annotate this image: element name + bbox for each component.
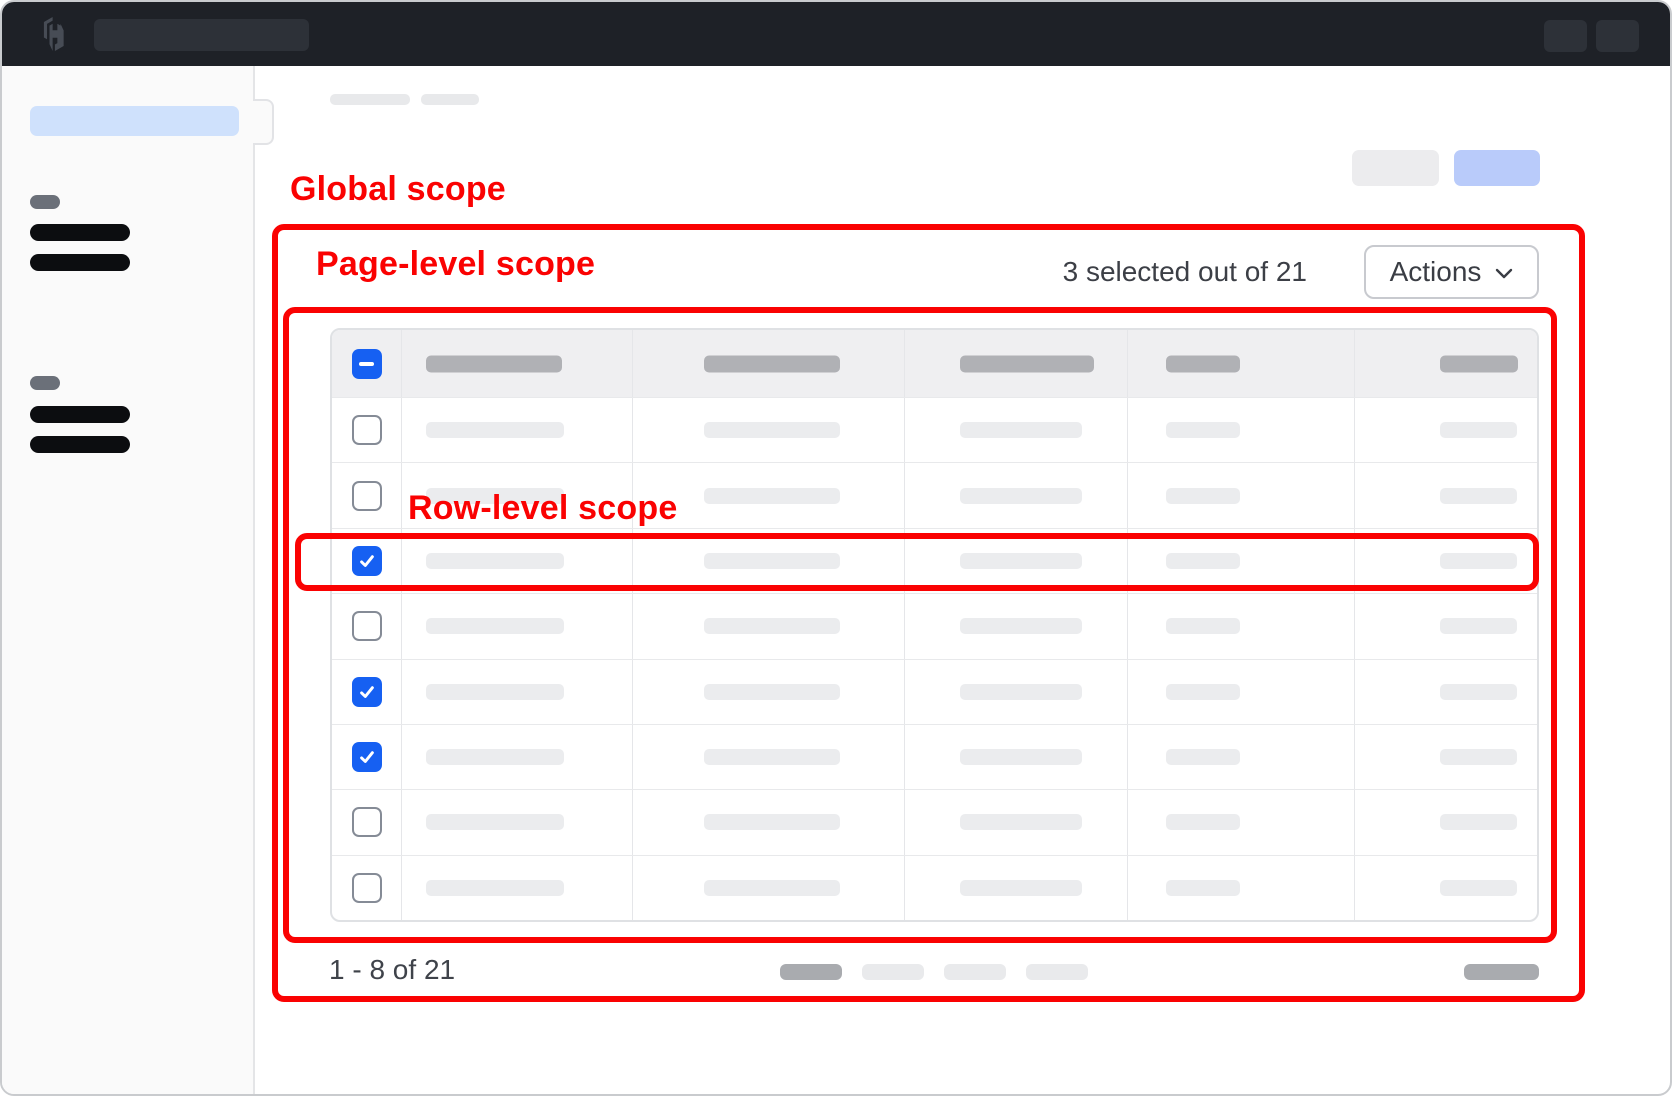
column-header-skeleton (960, 355, 1094, 372)
table-body (332, 397, 1537, 920)
column-header-skeleton (704, 355, 840, 372)
select-all-checkbox[interactable] (352, 349, 382, 379)
sidebar-item-skeleton[interactable] (30, 224, 130, 241)
column-header-skeleton (1440, 355, 1518, 372)
pagination-pill[interactable] (944, 964, 1006, 980)
row-checkbox[interactable] (352, 546, 382, 576)
secondary-button-skeleton[interactable] (1352, 150, 1439, 186)
table-row (332, 397, 1537, 462)
row-checkbox[interactable] (352, 611, 382, 641)
row-checkbox[interactable] (352, 807, 382, 837)
sidebar-item-active[interactable] (30, 106, 239, 136)
table-row (332, 855, 1537, 920)
check-icon (358, 552, 376, 570)
cell-skeleton (1440, 422, 1517, 438)
cell-skeleton (1440, 618, 1517, 634)
cell-skeleton (1166, 749, 1240, 765)
sidebar-item-skeleton[interactable] (30, 406, 130, 423)
page-scope-label: Page-level scope (316, 245, 595, 284)
search-input-skeleton[interactable] (94, 19, 309, 51)
sidebar-collapse-handle[interactable] (253, 99, 274, 145)
cell-skeleton (1440, 684, 1517, 700)
sidebar-section-label-skeleton (30, 376, 60, 390)
cell-skeleton (426, 618, 564, 634)
cell-skeleton (426, 749, 564, 765)
cell-skeleton (960, 684, 1082, 700)
cell-skeleton (1440, 553, 1517, 569)
cell-skeleton (1166, 618, 1240, 634)
cell-skeleton (960, 618, 1082, 634)
sidebar-item-skeleton[interactable] (30, 254, 130, 271)
actions-button-label: Actions (1390, 256, 1482, 288)
cell-skeleton (960, 553, 1082, 569)
table-row (332, 659, 1537, 724)
cell-skeleton (960, 749, 1082, 765)
cell-skeleton (704, 618, 840, 634)
column-header-skeleton (426, 355, 562, 372)
row-scope-label: Row-level scope (408, 489, 677, 528)
cell-skeleton (426, 814, 564, 830)
cell-skeleton (960, 880, 1082, 896)
cell-skeleton (704, 553, 840, 569)
selection-summary: 3 selected out of 21 (702, 256, 1307, 288)
sidebar-item-skeleton[interactable] (30, 436, 130, 453)
cell-skeleton (1440, 814, 1517, 830)
row-checkbox[interactable] (352, 677, 382, 707)
table-header-row (332, 330, 1537, 397)
primary-button-skeleton[interactable] (1454, 150, 1540, 186)
breadcrumb-item-skeleton[interactable] (330, 94, 410, 105)
cell-skeleton (1166, 880, 1240, 896)
table-row (332, 724, 1537, 789)
cell-skeleton (704, 684, 840, 700)
cell-skeleton (1166, 814, 1240, 830)
cell-skeleton (704, 814, 840, 830)
cell-skeleton (426, 422, 564, 438)
pagination-pill[interactable] (780, 964, 842, 980)
cell-skeleton (1166, 488, 1240, 504)
cell-skeleton (1440, 880, 1517, 896)
cell-skeleton (1166, 684, 1240, 700)
cell-skeleton (426, 684, 564, 700)
row-checkbox[interactable] (352, 873, 382, 903)
nav-action-button-skeleton[interactable] (1596, 20, 1639, 52)
top-nav (2, 2, 1670, 66)
cell-skeleton (704, 749, 840, 765)
row-checkbox[interactable] (352, 481, 382, 511)
cell-skeleton (704, 422, 840, 438)
screenshot-frame: Global scope Page-level scope Row-level … (0, 0, 1672, 1096)
table-row (332, 789, 1537, 854)
cell-skeleton (1166, 422, 1240, 438)
pagination-next-pill[interactable] (1464, 964, 1539, 980)
cell-skeleton (426, 880, 564, 896)
cell-skeleton (1440, 488, 1517, 504)
data-table (330, 328, 1539, 922)
minus-icon (359, 362, 374, 366)
check-icon (358, 748, 376, 766)
pagination-range: 1 - 8 of 21 (329, 954, 455, 986)
row-checkbox[interactable] (352, 415, 382, 445)
cell-skeleton (960, 814, 1082, 830)
pagination-pill[interactable] (1026, 964, 1088, 980)
actions-button[interactable]: Actions (1364, 245, 1539, 299)
table-row (332, 528, 1537, 593)
cell-skeleton (960, 422, 1082, 438)
chevron-down-icon (1495, 268, 1513, 279)
cell-skeleton (960, 488, 1082, 504)
sidebar (2, 66, 255, 1096)
cell-skeleton (426, 553, 564, 569)
sidebar-section-label-skeleton (30, 195, 60, 209)
column-header-skeleton (1166, 355, 1240, 372)
cell-skeleton (704, 488, 840, 504)
cell-skeleton (1440, 749, 1517, 765)
pagination-pill[interactable] (862, 964, 924, 980)
global-scope-label: Global scope (290, 170, 506, 209)
hashicorp-logo-icon (38, 16, 72, 52)
check-icon (358, 683, 376, 701)
cell-skeleton (1166, 553, 1240, 569)
nav-action-button-skeleton[interactable] (1544, 20, 1587, 52)
table-row (332, 593, 1537, 658)
breadcrumb-item-skeleton[interactable] (421, 94, 479, 105)
cell-skeleton (704, 880, 840, 896)
row-checkbox[interactable] (352, 742, 382, 772)
